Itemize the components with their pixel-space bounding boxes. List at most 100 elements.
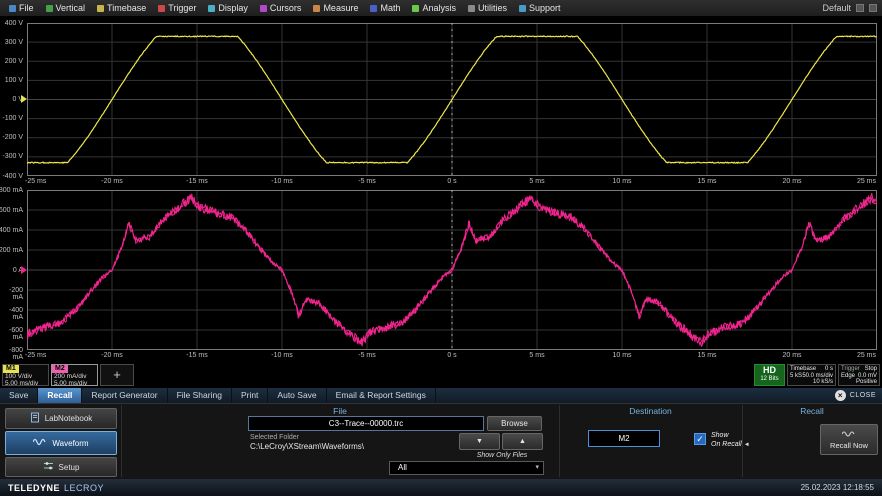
selected-folder-label: Selected Folder <box>250 434 299 441</box>
x-tick-label: 20 ms <box>772 352 812 359</box>
selected-folder-path: C:\LeCroy\XStream\Waveforms\ <box>250 442 364 451</box>
y-tick-label: 400 V <box>0 20 23 27</box>
y-tick-label: 0 A <box>0 267 23 274</box>
x-tick-label: -10 ms <box>262 352 302 359</box>
browse-button[interactable]: Browse <box>487 416 542 431</box>
y-tick-label: 400 mA <box>0 227 23 234</box>
menu-label: File <box>19 3 34 13</box>
math-icon <box>370 5 377 12</box>
timebase-samples: 5 kS <box>790 373 802 380</box>
tab-file-sharing[interactable]: File Sharing <box>168 388 232 403</box>
dialog-close[interactable]: × CLOSE <box>835 388 882 403</box>
menu-label: Trigger <box>168 3 196 13</box>
menu-item-vertical[interactable]: Vertical <box>40 0 92 16</box>
m1-chip: M1 <box>3 365 19 373</box>
menu-item-utilities[interactable]: Utilities <box>462 0 513 16</box>
menu-label: Utilities <box>478 3 507 13</box>
pointer-icon: ◄ <box>744 442 750 448</box>
trigger-descriptor[interactable]: TriggerStop Edge0.0 mV Positive <box>838 364 880 386</box>
setup-button[interactable]: Setup <box>5 457 117 477</box>
current-waveform-plot[interactable] <box>27 190 877 350</box>
tab-email-report-settings[interactable]: Email & Report Settings <box>327 388 436 403</box>
m2-tdiv: 5.00 ms/div <box>52 380 97 386</box>
menu-item-support[interactable]: Support <box>513 0 567 16</box>
menu-label: Vertical <box>56 3 86 13</box>
tab-recall[interactable]: Recall <box>38 388 82 403</box>
labnotebook-icon <box>30 412 40 425</box>
m2-descriptor[interactable]: M2 200 mA/div 5.00 ms/div <box>51 364 98 386</box>
display-icon <box>208 5 215 12</box>
menu-label: Support <box>529 3 561 13</box>
x-tick-label: 5 ms <box>517 352 557 359</box>
x-tick-label: -5 ms <box>347 352 387 359</box>
oscilloscope-app: File Vertical Timebase Trigger Display C… <box>0 0 882 496</box>
menu-label: Display <box>218 3 248 13</box>
menu-label: Cursors <box>270 3 302 13</box>
add-trace-button[interactable]: + <box>100 364 134 386</box>
file-section-header: File <box>121 406 559 416</box>
y-tick-label: -200 mA <box>0 287 23 301</box>
hd-mode-badge[interactable]: HD 12 Bits <box>754 364 785 386</box>
cursors-icon <box>260 5 267 12</box>
y-tick-label: -200 V <box>0 134 23 141</box>
status-icon <box>869 4 877 12</box>
voltage-waveform-plot[interactable] <box>27 23 877 176</box>
y-tick-label: -100 V <box>0 115 23 122</box>
m1-descriptor[interactable]: M1 100 V/div 5.00 ms/div <box>2 364 49 386</box>
x-tick-label: 10 ms <box>602 352 642 359</box>
waveform-label: Waveform <box>52 439 88 448</box>
menu-item-display[interactable]: Display <box>202 0 254 16</box>
menu-label: Timebase <box>107 3 146 13</box>
y-tick-label: -600 mA <box>0 327 23 341</box>
default-setup-label[interactable]: Default <box>822 3 851 13</box>
dialog-tab-bar: Save Recall Report Generator File Sharin… <box>0 388 882 403</box>
labnotebook-button[interactable]: LabNotebook <box>5 408 117 429</box>
tab-auto-save[interactable]: Auto Save <box>268 388 326 403</box>
up-arrow-icon: ▲ <box>519 438 526 445</box>
file-filter-value: All <box>398 463 407 472</box>
file-filter-dropdown[interactable]: ▾All <box>389 461 544 475</box>
m1-zero-marker[interactable] <box>21 95 27 103</box>
recall-now-button[interactable]: Recall Now <box>820 424 878 455</box>
hd-bits: 12 Bits <box>755 376 784 383</box>
hd-label: HD <box>755 365 784 376</box>
menu-item-measure[interactable]: Measure <box>307 0 364 16</box>
show-only-files-label: Show Only Files <box>452 452 552 459</box>
y-tick-label: 200 mA <box>0 247 23 254</box>
current-chart: 800 mA600 mA400 mA200 mA0 A-200 mA-400 m… <box>0 190 882 362</box>
timebase-descriptor[interactable]: Timebase0 s 5 kS50.0 ms/div 10 kS/s <box>787 364 836 386</box>
x-tick-label: -25 ms <box>25 178 65 185</box>
menu-item-analysis[interactable]: Analysis <box>406 0 462 16</box>
close-icon[interactable]: × <box>835 390 846 401</box>
destination-input[interactable]: M2 <box>588 430 660 447</box>
waveform-button[interactable]: Waveform <box>5 431 117 455</box>
menu-item-trigger[interactable]: Trigger <box>152 0 202 16</box>
m2-zero-marker[interactable] <box>21 266 27 274</box>
measure-icon <box>313 5 320 12</box>
tab-print[interactable]: Print <box>232 388 268 403</box>
tab-report-generator[interactable]: Report Generator <box>82 388 167 403</box>
menu-item-cursors[interactable]: Cursors <box>254 0 308 16</box>
m1-vdiv: 100 V/div <box>3 373 48 380</box>
menu-right: Default <box>822 3 882 13</box>
menu-item-math[interactable]: Math <box>364 0 406 16</box>
show-on-recall-checkbox[interactable]: ✓ <box>694 433 706 445</box>
trigger-kind: Edge <box>841 373 855 380</box>
trigger-icon <box>158 5 165 12</box>
timebase-icon <box>97 5 104 12</box>
x-tick-label: -10 ms <box>262 178 302 185</box>
scroll-up-button[interactable]: ▲ <box>502 433 543 450</box>
waveform-icon <box>33 437 47 449</box>
status-bar: TELEDYNE LECROY 25.02.2023 12:18:55 <box>0 479 882 496</box>
vertical-icon <box>46 5 53 12</box>
x-tick-label: 0 s <box>432 352 472 359</box>
brand-lecroy: LECROY <box>64 483 104 493</box>
menu-item-file[interactable]: File <box>3 0 40 16</box>
tab-save[interactable]: Save <box>0 388 38 403</box>
filename-input[interactable]: C3--Trace--00000.trc <box>248 416 484 431</box>
x-tick-label: 5 ms <box>517 178 557 185</box>
scroll-down-button[interactable]: ▼ <box>459 433 500 450</box>
x-tick-label: 25 ms <box>836 352 876 359</box>
labnotebook-label: LabNotebook <box>45 414 93 423</box>
menu-item-timebase[interactable]: Timebase <box>91 0 152 16</box>
